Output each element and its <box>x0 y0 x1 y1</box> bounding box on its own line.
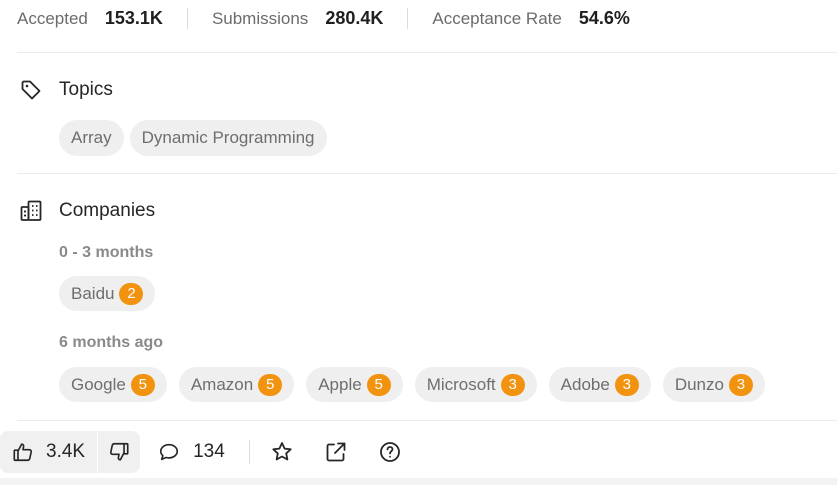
comment-icon <box>160 443 179 461</box>
company-name: Adobe <box>560 374 610 394</box>
stat-label: Accepted <box>17 9 88 28</box>
divider <box>248 440 250 464</box>
stats-bar: Accepted 153.1K Submissions 280.4K Accep… <box>17 0 837 37</box>
company-name: Amazon <box>190 374 254 394</box>
companies-title: Companies <box>59 200 156 221</box>
dislike-button[interactable] <box>98 431 140 473</box>
stat-value: 153.1K <box>104 8 163 28</box>
company-period-label: 6 months ago <box>59 334 164 351</box>
company-count-badge: 5 <box>130 373 155 396</box>
like-button[interactable]: 3.4K <box>0 431 97 473</box>
topics-title: Topics <box>59 79 113 100</box>
company-name: Apple <box>318 374 362 394</box>
company-chip-google[interactable]: Google 5 <box>59 367 167 402</box>
share-icon <box>326 442 346 462</box>
companies-header[interactable]: Companies <box>19 199 155 223</box>
company-chip-microsoft[interactable]: Microsoft 3 <box>414 367 537 402</box>
company-chips-older: Google 5 Amazon 5 Apple 5 Microsoft 3 Ad… <box>59 367 765 402</box>
stat-value: 54.6% <box>578 8 630 28</box>
divider <box>186 8 188 29</box>
company-period-label: 0 - 3 months <box>59 244 154 261</box>
company-name: Google <box>71 374 126 394</box>
star-icon <box>272 442 292 461</box>
company-chip-dunzo[interactable]: Dunzo 3 <box>662 367 765 402</box>
company-name: Microsoft <box>426 374 496 394</box>
building-icon <box>20 200 42 221</box>
thumbs-down-icon <box>110 442 129 461</box>
topic-tag[interactable]: Dynamic Programming <box>129 120 327 156</box>
bottom-panel-edge <box>0 478 837 485</box>
topics-header[interactable]: Topics <box>19 78 113 102</box>
divider <box>407 8 409 29</box>
thumbs-up-icon <box>13 443 33 462</box>
section-divider <box>17 52 837 53</box>
help-button[interactable] <box>378 440 402 464</box>
company-count-badge: 3 <box>500 373 525 396</box>
company-chips-recent: Baidu 2 <box>59 276 156 311</box>
section-divider <box>17 173 837 174</box>
favorite-button[interactable] <box>270 440 294 464</box>
company-count-badge: 2 <box>119 282 144 305</box>
company-count-badge: 3 <box>728 373 753 396</box>
company-chip-adobe[interactable]: Adobe 3 <box>548 367 651 402</box>
topic-tag[interactable]: Array <box>59 120 124 156</box>
tag-icon <box>21 80 41 100</box>
section-divider <box>17 420 837 421</box>
company-name: Dunzo <box>674 374 724 394</box>
share-button[interactable] <box>324 440 348 464</box>
stat-submissions: Submissions 280.4K <box>212 8 383 29</box>
company-name: Baidu <box>71 283 115 303</box>
help-icon <box>379 442 400 462</box>
topic-tags: Array Dynamic Programming <box>59 120 327 156</box>
company-count-badge: 5 <box>366 373 391 396</box>
stat-label: Acceptance Rate <box>432 9 562 28</box>
like-count: 3.4K <box>46 441 86 462</box>
stat-accepted: Accepted 153.1K <box>17 8 163 29</box>
stat-value: 280.4K <box>325 8 384 28</box>
stat-acceptance-rate: Acceptance Rate 54.6% <box>432 8 630 29</box>
action-bar: 3.4K 134 <box>0 431 402 473</box>
vote-group: 3.4K <box>0 431 141 473</box>
comments-button[interactable]: 134 <box>158 441 225 463</box>
stat-label: Submissions <box>211 9 309 28</box>
company-chip-apple[interactable]: Apple 5 <box>306 367 403 402</box>
company-count-badge: 5 <box>258 373 283 396</box>
company-chip-amazon[interactable]: Amazon 5 <box>178 367 295 402</box>
company-chip-baidu[interactable]: Baidu 2 <box>59 276 156 311</box>
comment-count: 134 <box>193 441 225 462</box>
company-count-badge: 3 <box>614 373 639 396</box>
